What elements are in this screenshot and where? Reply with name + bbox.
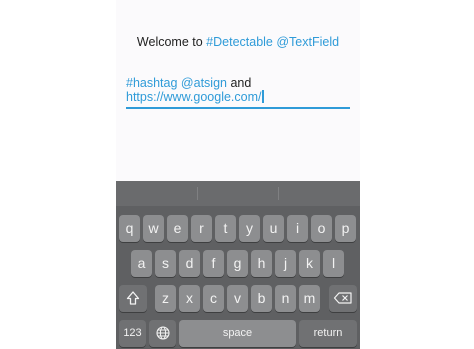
backspace-key[interactable] [329,285,357,312]
globe-key[interactable] [149,320,176,347]
detectable-text-field[interactable]: #hashtag @atsign and https://www.google.c… [126,76,350,104]
key-w[interactable]: w [143,215,164,242]
key-r[interactable]: r [191,215,212,242]
key-d[interactable]: d [179,250,200,277]
welcome-highlight: #Detectable @TextField [206,35,340,49]
app-screen: Welcome to #Detectable @TextField #hasht… [116,0,360,349]
key-b[interactable]: b [251,285,272,312]
key-v[interactable]: v [227,285,248,312]
url-token[interactable]: https://www.google.com/ [126,90,261,104]
welcome-prefix: Welcome to [136,35,207,49]
space-key[interactable]: space [179,320,296,347]
key-k[interactable]: k [299,250,320,277]
key-y[interactable]: y [239,215,260,242]
hashtag-token[interactable]: #hashtag [126,76,177,90]
suggestion-divider [197,187,198,200]
key-e[interactable]: e [167,215,188,242]
atsign-token[interactable]: @atsign [181,76,227,90]
key-o[interactable]: o [311,215,332,242]
field-plain-text: and [226,76,252,90]
key-z[interactable]: z [155,285,176,312]
key-g[interactable]: g [227,250,248,277]
suggestion-divider [278,187,279,200]
key-c[interactable]: c [203,285,224,312]
key-x[interactable]: x [179,285,200,312]
key-j[interactable]: j [275,250,296,277]
key-s[interactable]: s [155,250,176,277]
text-field-underline [126,107,350,109]
keyboard: q w e r t y u i o p a s d f g h j k l z … [116,181,360,349]
shift-icon [126,291,140,305]
key-h[interactable]: h [251,250,272,277]
return-key[interactable]: return [299,320,357,347]
key-n[interactable]: n [275,285,296,312]
key-f[interactable]: f [203,250,224,277]
suggestion-bar[interactable] [116,181,360,206]
key-a[interactable]: a [131,250,152,277]
key-m[interactable]: m [299,285,320,312]
key-l[interactable]: l [323,250,344,277]
globe-icon [155,326,170,340]
welcome-title: Welcome to #Detectable @TextField [116,35,360,49]
key-i[interactable]: i [287,215,308,242]
key-u[interactable]: u [263,215,284,242]
numbers-key[interactable]: 123 [119,320,146,347]
shift-key[interactable] [119,285,147,312]
backspace-icon [333,292,352,304]
key-t[interactable]: t [215,215,236,242]
text-caret [262,90,264,103]
key-q[interactable]: q [119,215,140,242]
key-p[interactable]: p [335,215,356,242]
